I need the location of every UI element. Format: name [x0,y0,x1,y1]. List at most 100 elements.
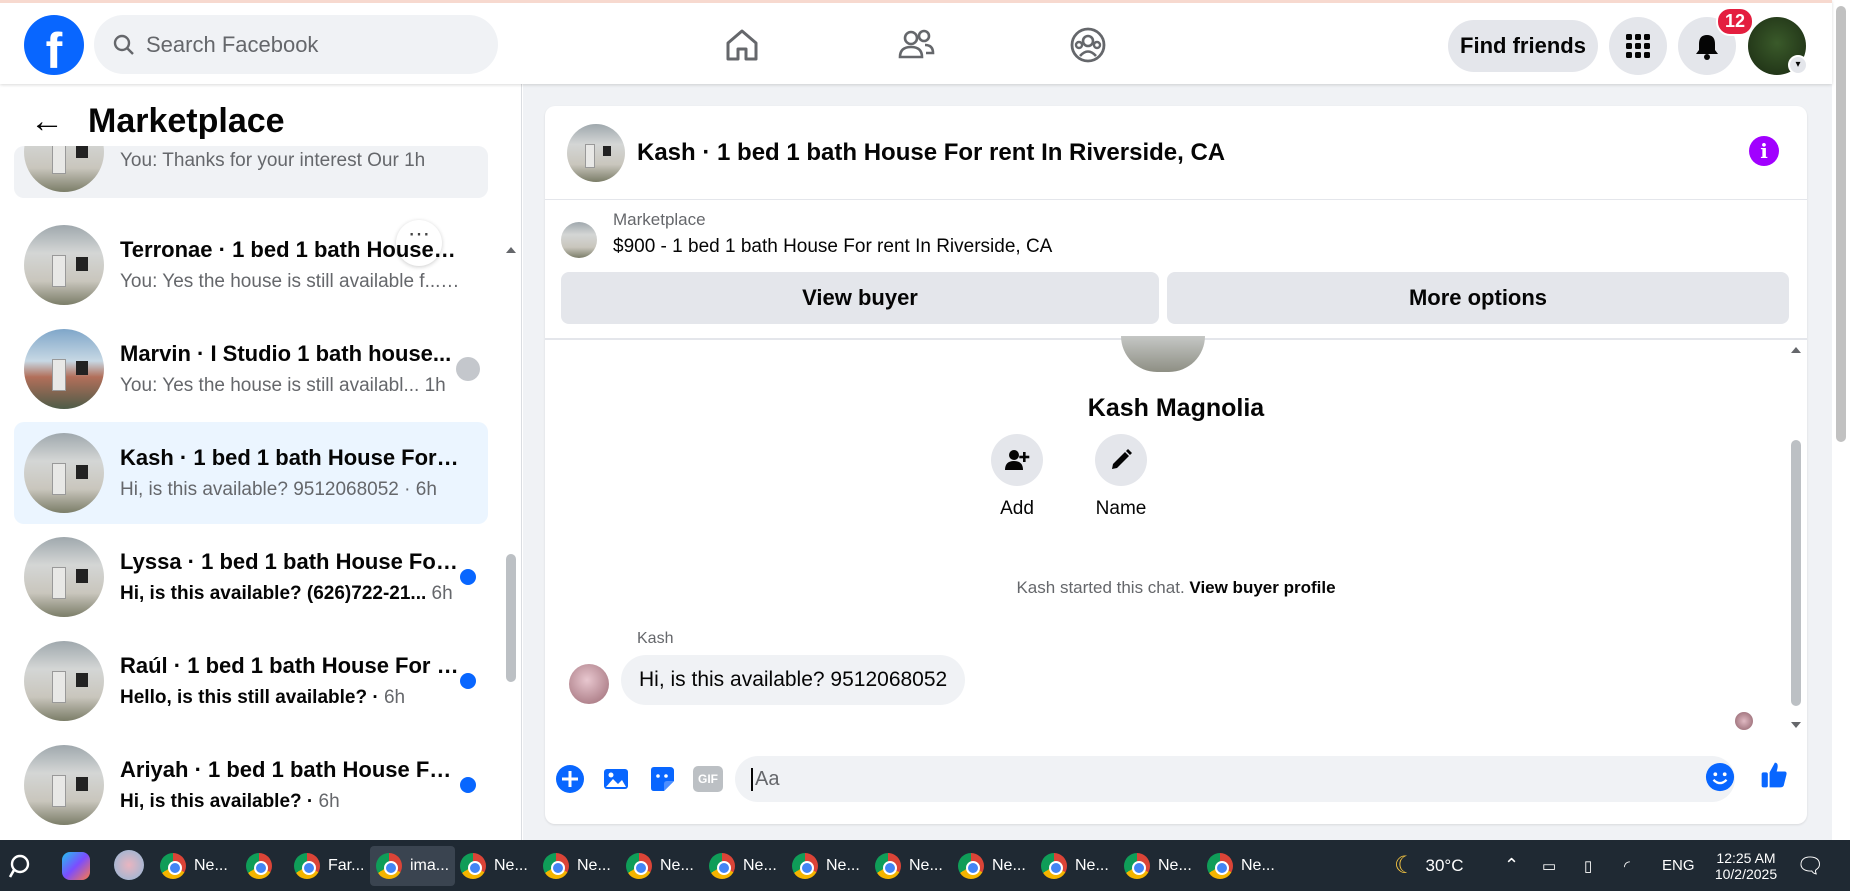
view-buyer-profile-link[interactable]: View buyer profile [1189,578,1335,597]
sticker-icon[interactable] [647,764,677,794]
conversation-time: 6h [318,791,340,812]
more-options-button[interactable]: More options [1167,272,1789,324]
add-label: Add [1000,498,1034,519]
taskbar-item-label: Ne... [1241,857,1275,874]
taskbar-item[interactable]: Ne... [160,846,228,886]
taskbar-item[interactable] [246,846,280,886]
search-icon[interactable] [8,852,36,880]
chrome-icon [626,853,652,879]
conversation-preview: Hi, is this available? 9512068052 [120,479,399,500]
notification-center-icon[interactable]: 🗨 [1796,840,1824,891]
seen-avatar [1735,712,1753,730]
facebook-logo[interactable]: f [24,15,84,75]
friends-icon[interactable] [890,19,942,71]
conversation-item[interactable]: Lyssa · 1 bed 1 bath House For ... Hi, i… [14,526,488,628]
scroll-down-icon[interactable] [1789,720,1803,730]
chrome-icon [543,853,569,879]
message-bubble[interactable]: Hi, is this available? 9512068052 [621,655,966,705]
taskbar-item-label: Ne... [1158,857,1192,874]
conversation-time: 1h [404,150,426,171]
thumbs-up-icon[interactable] [1759,760,1789,790]
taskbar-item-label: Far... [328,857,365,874]
taskbar-item[interactable]: Ne... [626,846,694,886]
taskbar-item[interactable]: Ne... [1207,846,1275,886]
page-scrollbar[interactable] [1832,0,1850,840]
taskbar-item-label: Ne... [194,857,228,874]
app-icon[interactable] [114,850,144,880]
taskbar-item[interactable]: Ne... [1041,846,1109,886]
listing-thumbnail [24,433,104,513]
pencil-icon[interactable] [1095,434,1147,486]
search-bar[interactable]: Search Facebook [94,15,498,74]
chevron-up-icon[interactable]: ⌃ [1504,840,1519,891]
battery-icon[interactable]: ▯ [1584,840,1592,891]
conversation-item[interactable]: You: Thanks for your interest Our 1h [14,146,488,198]
name-action[interactable]: Name [1081,434,1161,520]
taskbar-item[interactable]: Ne... [792,846,860,886]
add-action[interactable]: Add [977,434,1057,520]
emoji-icon[interactable] [1705,762,1735,792]
meet-icon[interactable]: ▭ [1542,840,1556,891]
conversation-time: 1h [424,375,446,396]
conversation-preview: You: Yes the house is still available f.… [120,271,441,292]
chat-header: Kash · 1 bed 1 bath House For rent In Ri… [545,106,1807,200]
chat-started-notice: Kash started this chat. View buyer profi… [545,578,1807,598]
taskbar-item[interactable]: Ne... [875,846,943,886]
conversation-item[interactable]: Raúl · 1 bed 1 bath House For r... Hello… [14,630,488,732]
groups-icon[interactable] [1062,19,1114,71]
scroll-up-icon[interactable] [1789,344,1803,354]
taskbar-item-label: Ne... [577,857,611,874]
conversation-time: 6h [431,583,453,604]
listing-thumbnail [24,641,104,721]
gif-icon[interactable]: GIF [693,766,723,792]
chrome-icon [460,853,486,879]
listing-thumbnail [24,329,104,409]
chrome-icon [1207,853,1233,879]
weather-widget[interactable]: ☾ 30°C [1394,840,1464,891]
scroll-up-icon[interactable] [504,244,518,254]
chrome-icon [709,853,735,879]
taskbar-item-active[interactable]: ima... [370,846,456,886]
taskbar-item[interactable]: Far... [294,846,364,886]
chat-scrollbar[interactable] [1789,344,1803,734]
conversation-title: Raúl · 1 bed 1 bath House For r... [120,653,460,678]
home-icon[interactable] [716,19,768,71]
conversation-item[interactable]: Ariyah · 1 bed 1 bath House Fo... Hi, is… [14,734,488,836]
conversation-title: Ariyah · 1 bed 1 bath House Fo... [120,757,460,782]
taskbar-item-label: ima... [410,857,450,874]
conversation-item[interactable]: Terronae · 1 bed 1 bath House Fo... You:… [14,214,488,316]
taskbar-item[interactable]: Ne... [460,846,528,886]
search-input[interactable]: Search Facebook [146,32,318,58]
unread-dot [460,569,476,585]
conversation-title: Lyssa · 1 bed 1 bath House For ... [120,549,460,574]
conversation-time: 6h [383,687,406,708]
wifi-icon[interactable]: ◜ [1624,840,1630,891]
taskbar-item[interactable]: Ne... [543,846,611,886]
clock[interactable]: 12:25 AM 10/2/2025 [1706,840,1786,891]
panel-header: ← Marketplace [30,102,285,141]
listing-summary[interactable]: Marketplace $900 - 1 bed 1 bath House Fo… [561,210,1052,258]
plus-circle-icon[interactable] [555,764,585,794]
menu-grid-icon[interactable] [1609,17,1667,75]
chevron-down-icon[interactable]: ▾ [1788,55,1808,75]
back-arrow-icon[interactable]: ← [30,102,64,141]
view-buyer-button[interactable]: View buyer [561,272,1159,324]
chat-title[interactable]: Kash · 1 bed 1 bath House For rent In Ri… [637,139,1225,167]
taskbar-item[interactable]: Ne... [709,846,777,886]
info-icon[interactable]: i [1749,136,1779,166]
listing-thumbnail[interactable] [567,123,625,182]
find-friends-button[interactable]: Find friends [1448,20,1598,72]
photo-icon[interactable] [601,764,631,794]
message-input[interactable]: Aa [735,756,1735,802]
started-text: Kash started this chat. [1016,578,1185,597]
add-person-icon[interactable] [991,434,1043,486]
buyer-avatar [1121,336,1205,372]
taskbar-item[interactable]: Ne... [958,846,1026,886]
language-indicator[interactable]: ENG [1662,840,1695,891]
sender-avatar[interactable] [569,664,609,704]
taskbar-item[interactable]: Ne... [1124,846,1192,886]
conversation-item[interactable]: Marvin · I Studio 1 bath house... You: Y… [14,318,488,420]
conversation-item-selected[interactable]: Kash · 1 bed 1 bath House For re... Hi, … [14,422,488,524]
copilot-icon[interactable] [62,852,90,880]
conversation-list-scrollbar[interactable] [504,154,518,834]
